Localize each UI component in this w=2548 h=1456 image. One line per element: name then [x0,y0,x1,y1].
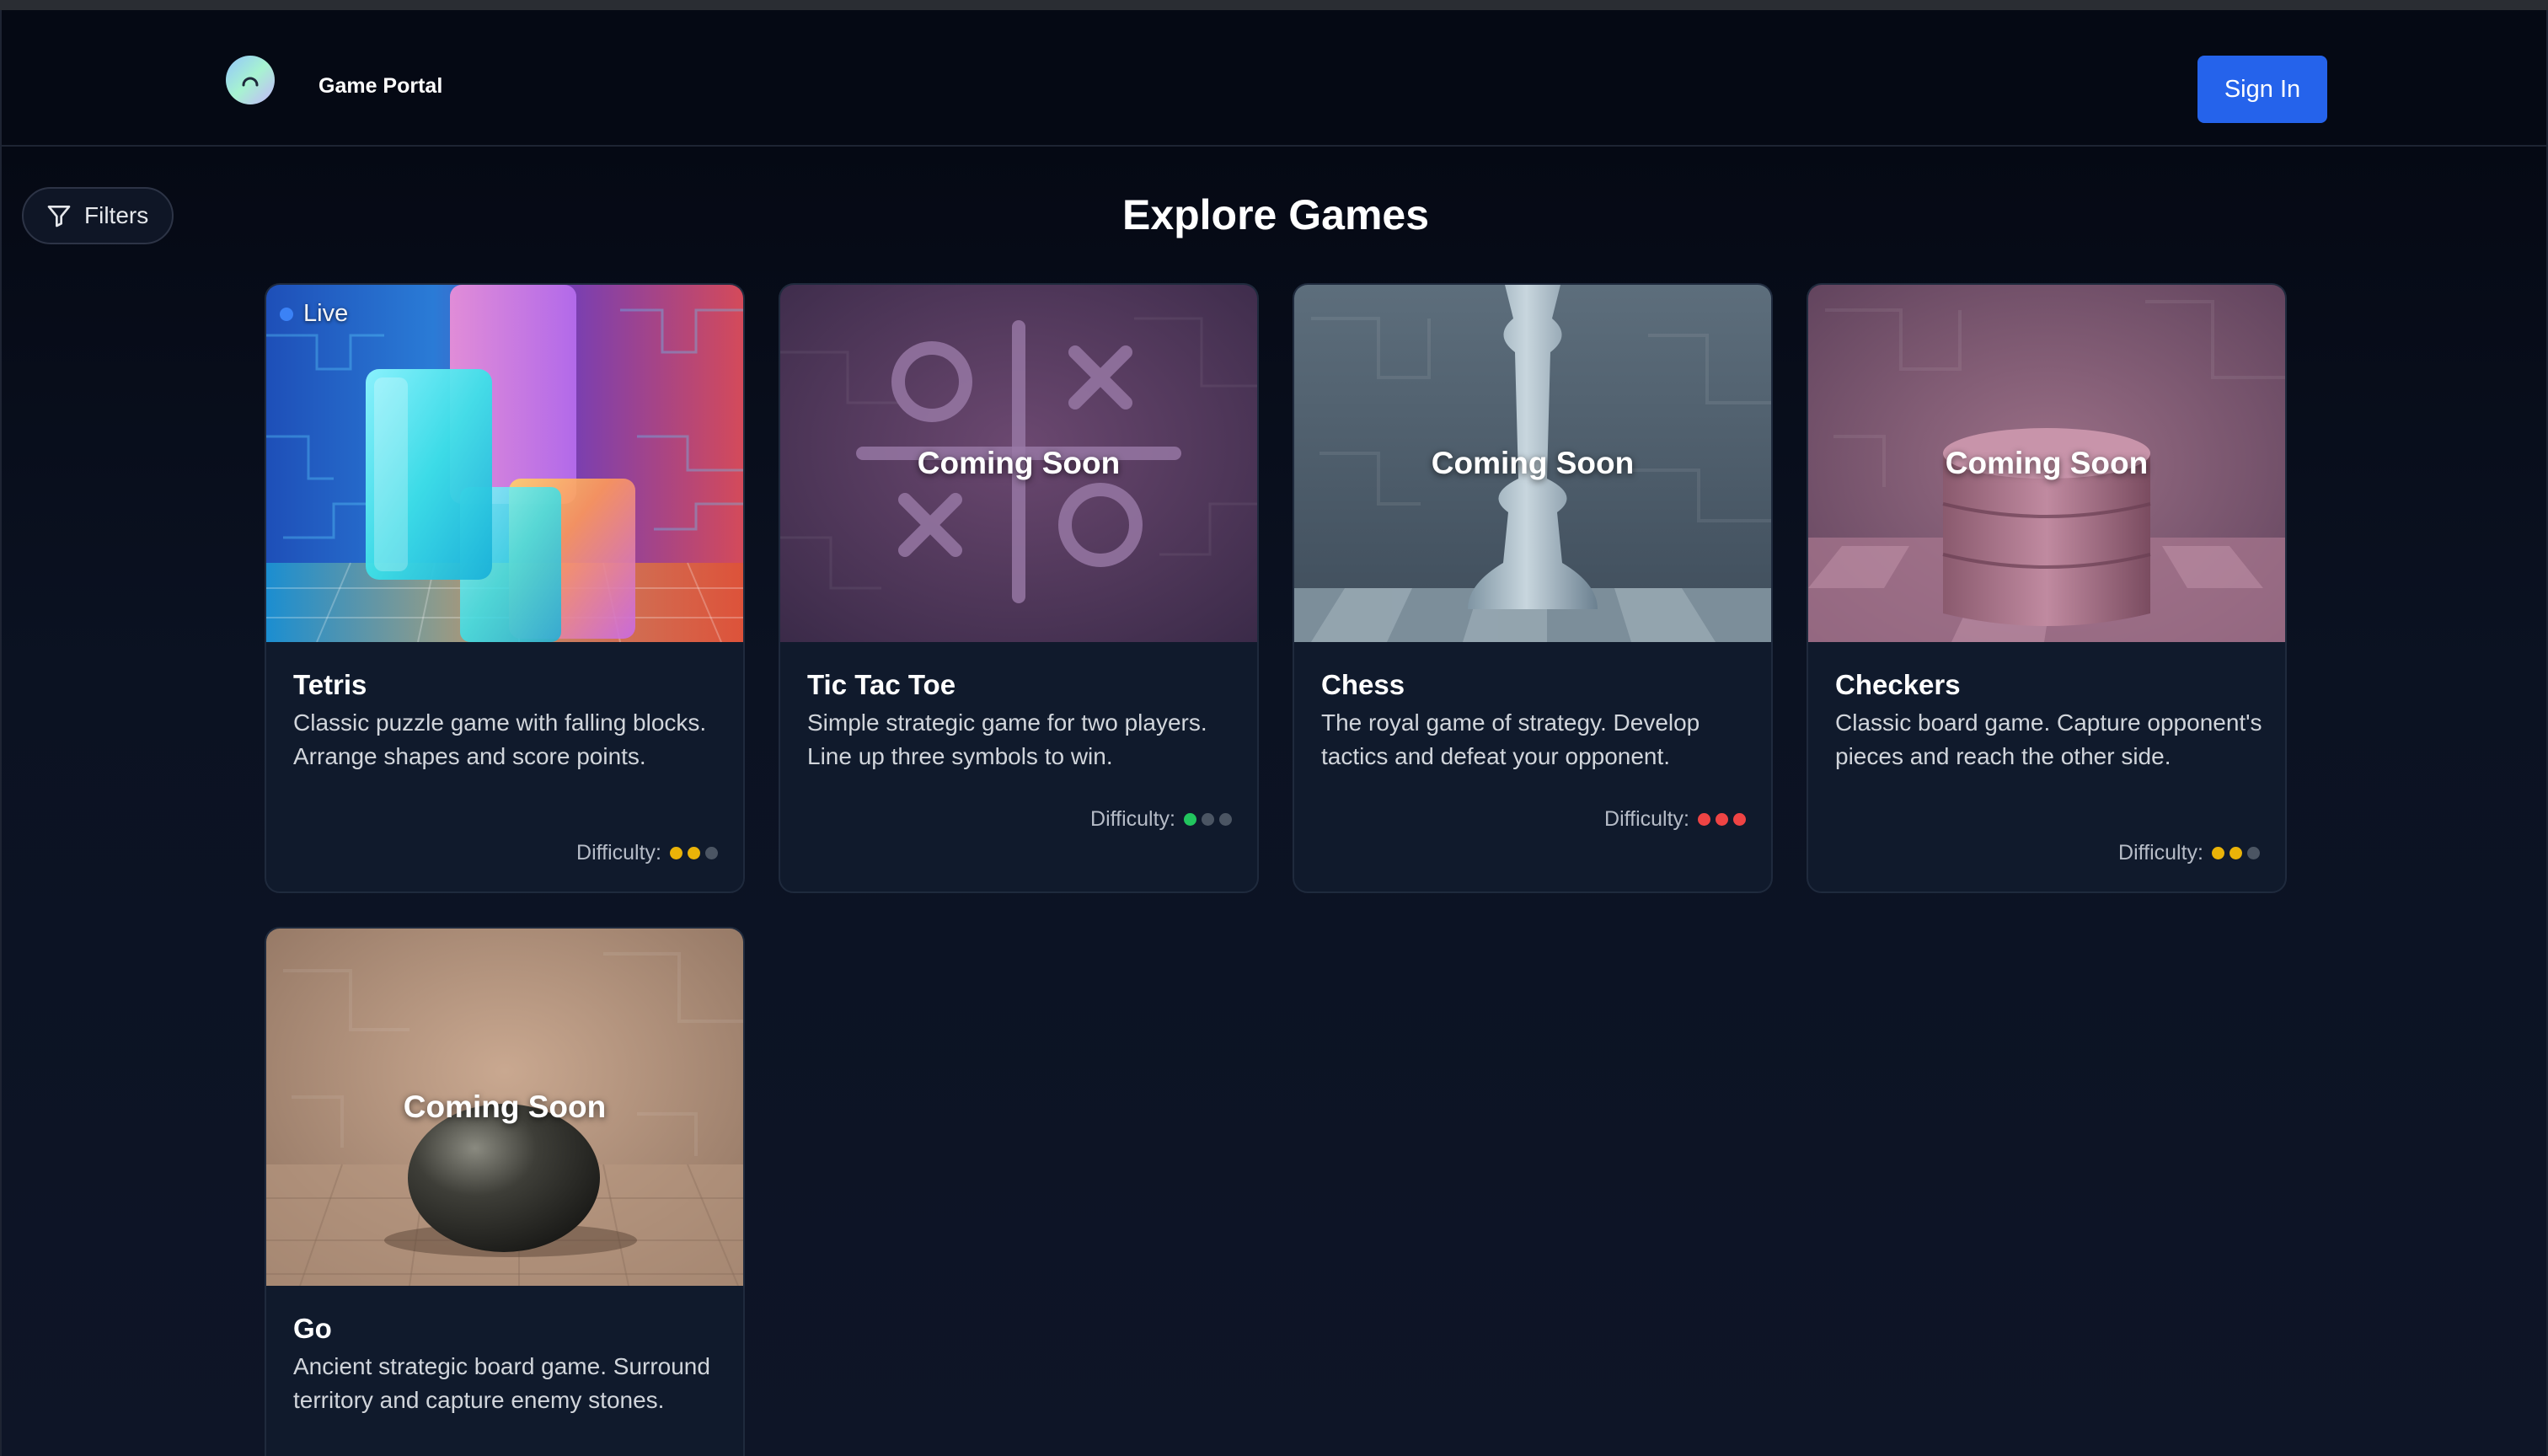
game-title: Tetris [293,669,367,700]
difficulty-dot [1698,813,1710,826]
difficulty-dot [2247,847,2260,859]
window-top-strip [0,0,2548,10]
game-title: Go [293,1313,332,1344]
coming-soon-overlay: Coming Soon [1945,446,2149,480]
game-description: Simple strategic game for two players. L… [807,709,1207,769]
difficulty-label: Difficulty: [2118,841,2203,864]
game-description: Classic puzzle game with falling blocks.… [293,709,707,769]
game-card-tetris[interactable]: Live Tetris Classic puzzle game with fal… [265,283,745,893]
main-content: Filters Explore Games Live Tetris Classi… [0,147,2548,1456]
game-description: The royal game of strategy. Develop tact… [1321,709,1700,769]
difficulty-label: Difficulty: [1604,807,1689,831]
difficulty-rating: Difficulty: [576,841,718,865]
difficulty-dot [688,847,700,859]
difficulty-rating: Difficulty: [2118,841,2260,865]
difficulty-dot [2230,847,2242,859]
coming-soon-overlay: Coming Soon [917,446,1121,480]
portal-logo-icon[interactable] [226,56,275,104]
checkers-thumbnail: Coming Soon [1808,285,2285,642]
difficulty-dot [670,847,682,859]
game-title: Tic Tac Toe [807,669,956,700]
brand-name[interactable]: Game Portal [318,74,442,99]
tic-tac-toe-thumbnail: Coming Soon [780,285,1257,642]
difficulty-rating: Difficulty: [1090,807,1232,832]
difficulty-dot [2212,847,2224,859]
coming-soon-overlay: Coming Soon [403,1089,607,1124]
game-description: Classic board game. Capture opponent's p… [1835,709,2262,769]
difficulty-dot [1202,813,1214,826]
difficulty-label: Difficulty: [576,841,661,864]
go-thumbnail: Coming Soon [266,929,743,1286]
live-label: Live [303,300,349,327]
sign-in-button[interactable]: Sign In [2197,56,2327,123]
difficulty-dot [1716,813,1728,826]
game-title: Checkers [1835,669,1961,700]
chess-thumbnail: Coming Soon [1294,285,1771,642]
game-description: Ancient strategic board game. Surround t… [293,1353,710,1413]
live-badge: Live [280,300,348,328]
difficulty-dot [1733,813,1746,826]
site-header: Game Portal Sign In [0,10,2548,147]
game-card-tic-tac-toe[interactable]: Coming Soon Tic Tac Toe Simple strategic… [779,283,1259,893]
page-title: Explore Games [1121,191,1430,238]
game-card-chess[interactable]: Coming Soon Chess The royal game of stra… [1293,283,1773,893]
difficulty-label: Difficulty: [1090,807,1175,831]
tetris-thumbnail: Live [266,285,743,642]
game-card-go[interactable]: Coming Soon Go Ancient strategic board g… [265,927,745,1456]
difficulty-dot [1219,813,1232,826]
difficulty-dot [1184,813,1196,826]
difficulty-rating: Difficulty: [1604,807,1746,832]
game-card-checkers[interactable]: Coming Soon Checkers Classic board game.… [1807,283,2287,893]
game-title: Chess [1321,669,1405,700]
coming-soon-overlay: Coming Soon [1431,446,1635,480]
live-dot-icon [280,307,293,321]
difficulty-dot [705,847,718,859]
